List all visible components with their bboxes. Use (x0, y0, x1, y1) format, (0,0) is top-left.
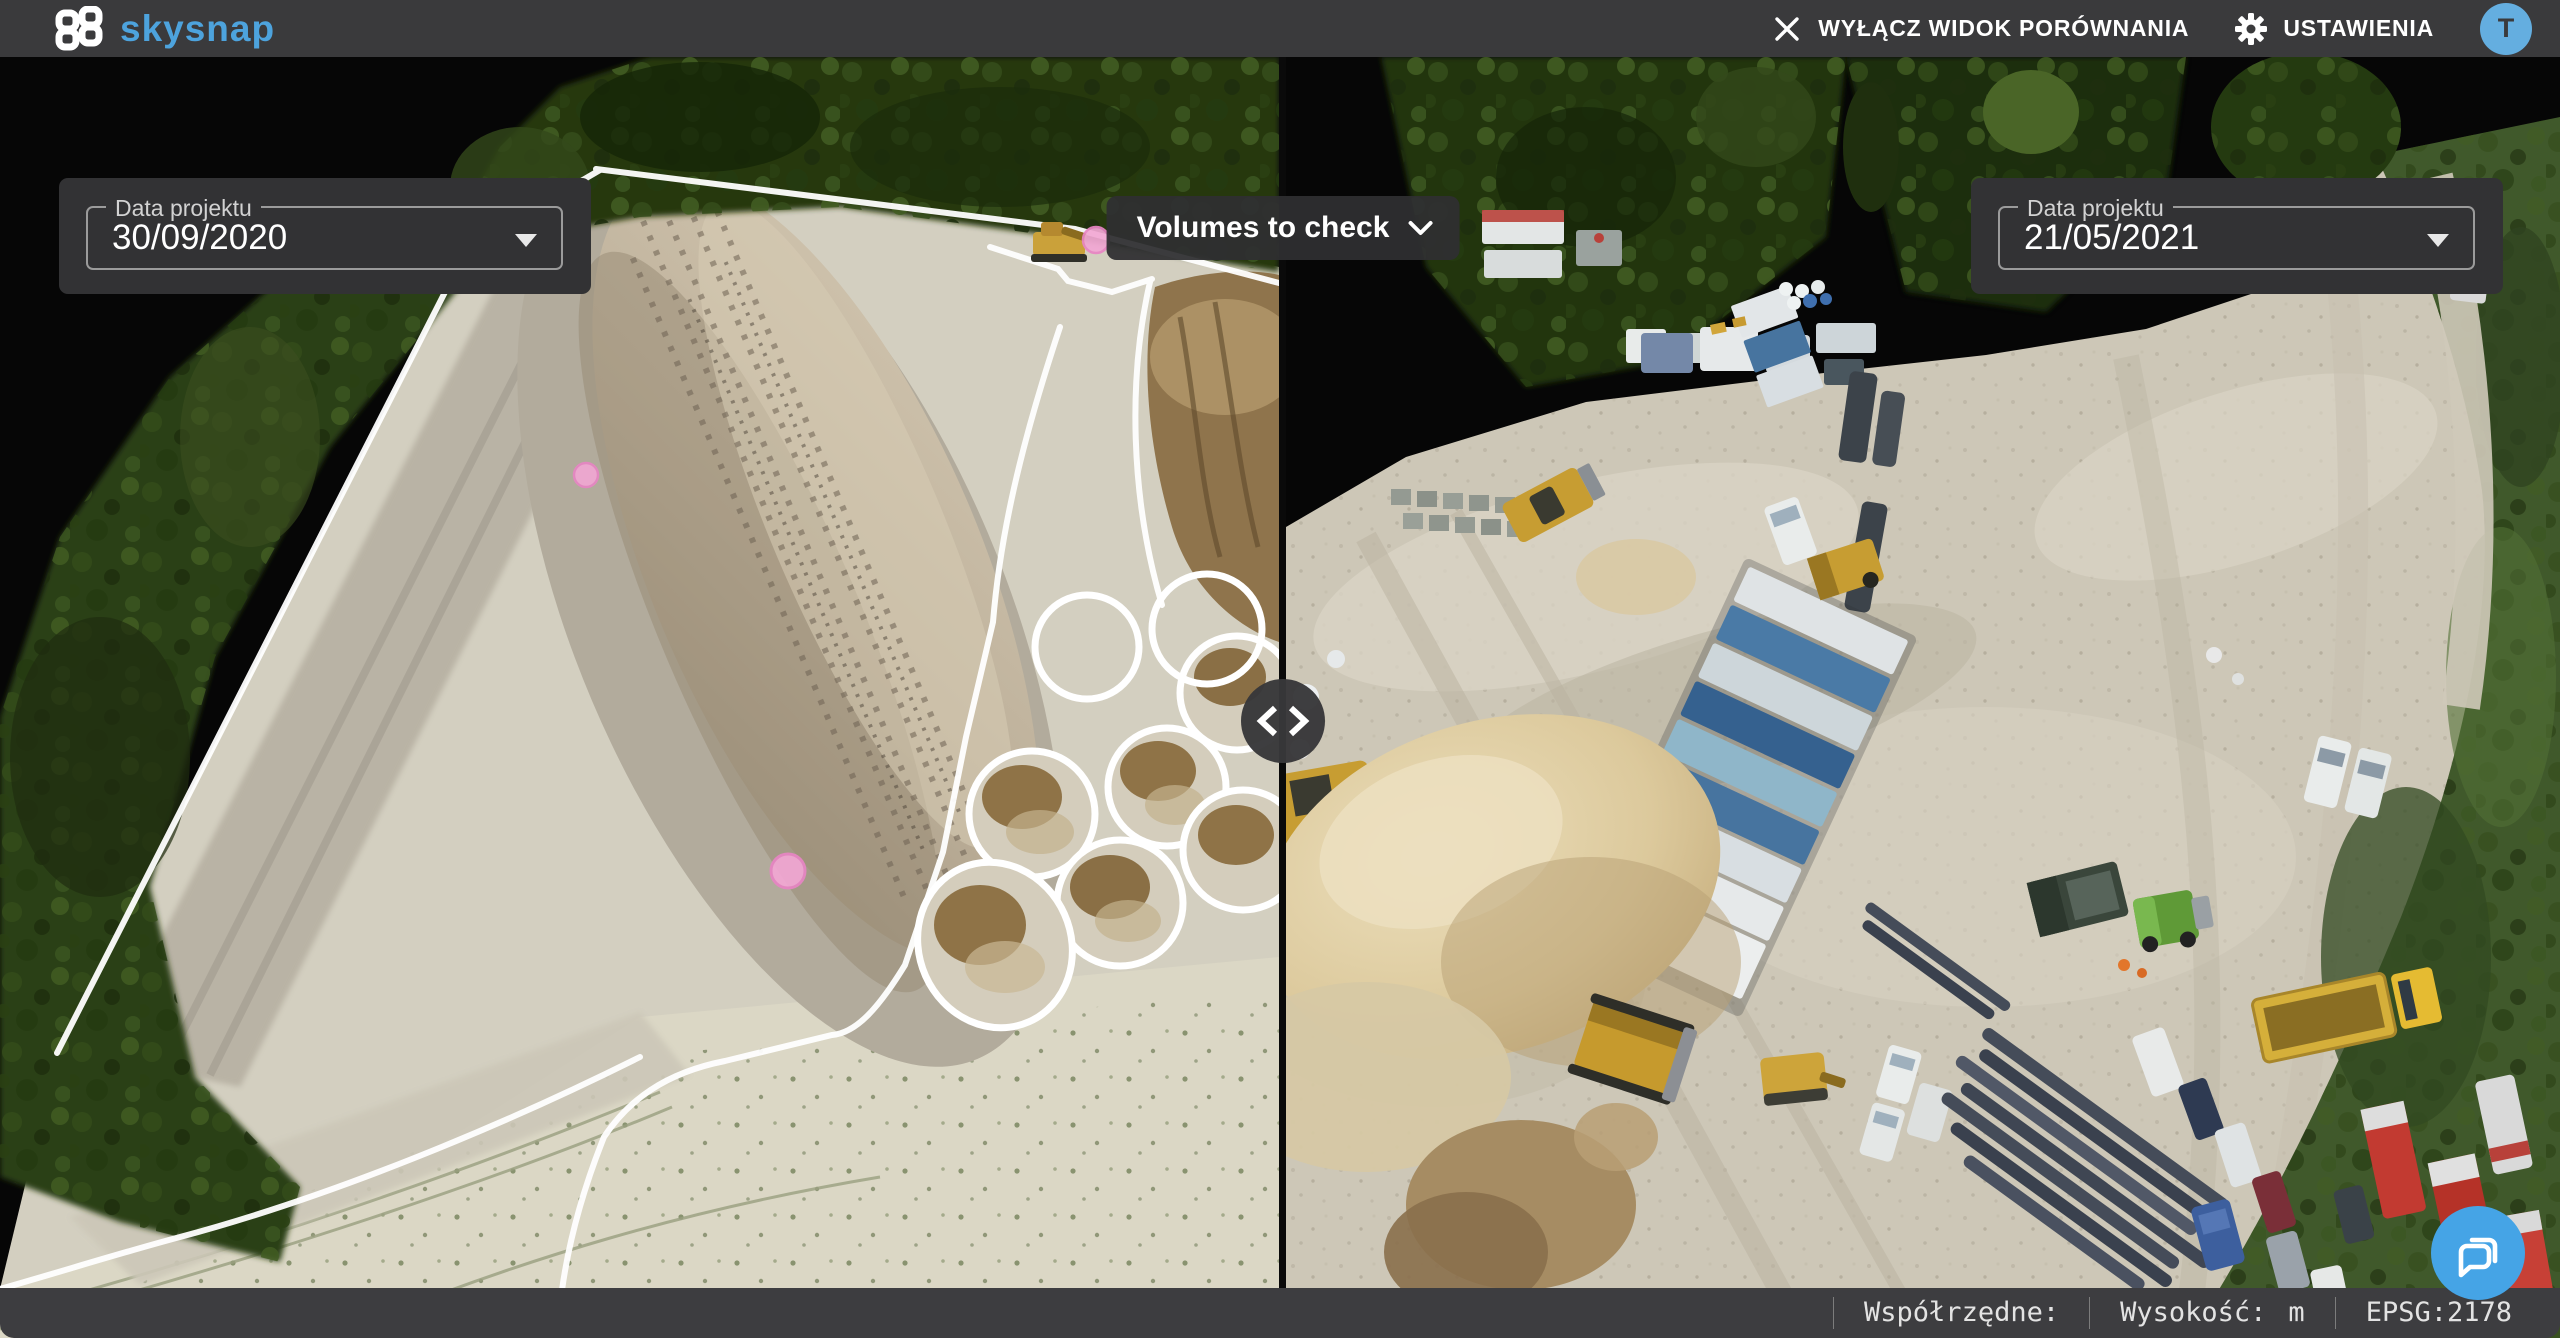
settings-button[interactable]: USTAWIENIA (2235, 13, 2434, 45)
left-point-cloud-view[interactable]: Data projektu 30/09/2020 (0, 57, 1279, 1338)
volumes-to-check-dropdown[interactable]: Volumes to check (1107, 196, 1460, 260)
skysnap-logo-icon (54, 6, 104, 52)
epsg-readout: EPSG:2178 (2335, 1297, 2512, 1329)
top-bar: skysnap WYŁĄCZ WIDOK PORÓWNANIA (0, 0, 2560, 57)
disable-comparison-label: WYŁĄCZ WIDOK PORÓWNANIA (1818, 15, 2189, 42)
coordinates-readout: Współrzędne: (1833, 1297, 2089, 1329)
disable-comparison-button[interactable]: WYŁĄCZ WIDOK PORÓWNANIA (1772, 14, 2189, 44)
close-icon (1772, 14, 1802, 44)
height-label: Wysokość: (2120, 1297, 2266, 1329)
settings-label: USTAWIENIA (2283, 15, 2434, 42)
height-readout: Wysokość: m (2089, 1297, 2335, 1329)
right-point-cloud-view[interactable]: Data projektu 21/05/2021 (1286, 57, 2560, 1338)
volumes-to-check-label: Volumes to check (1137, 211, 1390, 245)
compare-arrows-icon (1255, 704, 1311, 738)
left-date-select[interactable]: Data projektu 30/09/2020 (86, 206, 563, 270)
chevron-down-icon (1407, 220, 1433, 236)
comparison-viewport: Data projektu 30/09/2020 (0, 57, 2560, 1338)
epsg-label: EPSG:2178 (2366, 1297, 2512, 1329)
left-date-panel: Data projektu 30/09/2020 (59, 178, 591, 294)
user-avatar[interactable]: T (2480, 3, 2532, 55)
brand-name: skysnap (120, 8, 275, 50)
coordinates-label: Współrzędne: (1864, 1297, 2059, 1329)
caret-down-icon (2427, 234, 2449, 247)
skysnap-app-window: skysnap WYŁĄCZ WIDOK PORÓWNANIA (0, 0, 2560, 1338)
chat-button[interactable] (2431, 1206, 2525, 1300)
caret-down-icon (515, 234, 537, 247)
right-date-select[interactable]: Data projektu 21/05/2021 (1998, 206, 2475, 270)
height-unit: m (2288, 1297, 2304, 1329)
brand-logo[interactable]: skysnap (54, 6, 275, 52)
chat-bubbles-icon (2452, 1227, 2504, 1279)
pink-marker (574, 463, 598, 487)
gear-icon (2235, 13, 2267, 45)
user-initial: T (2498, 13, 2515, 44)
pink-marker (771, 854, 805, 888)
status-bar: Współrzędne: Wysokość: m EPSG:2178 (0, 1288, 2560, 1338)
left-date-value: 30/09/2020 (112, 208, 287, 268)
right-date-panel: Data projektu 21/05/2021 (1971, 178, 2503, 294)
pink-marker (1083, 227, 1109, 253)
right-date-value: 21/05/2021 (2024, 208, 2199, 268)
comparison-slider-handle[interactable] (1241, 679, 1325, 763)
